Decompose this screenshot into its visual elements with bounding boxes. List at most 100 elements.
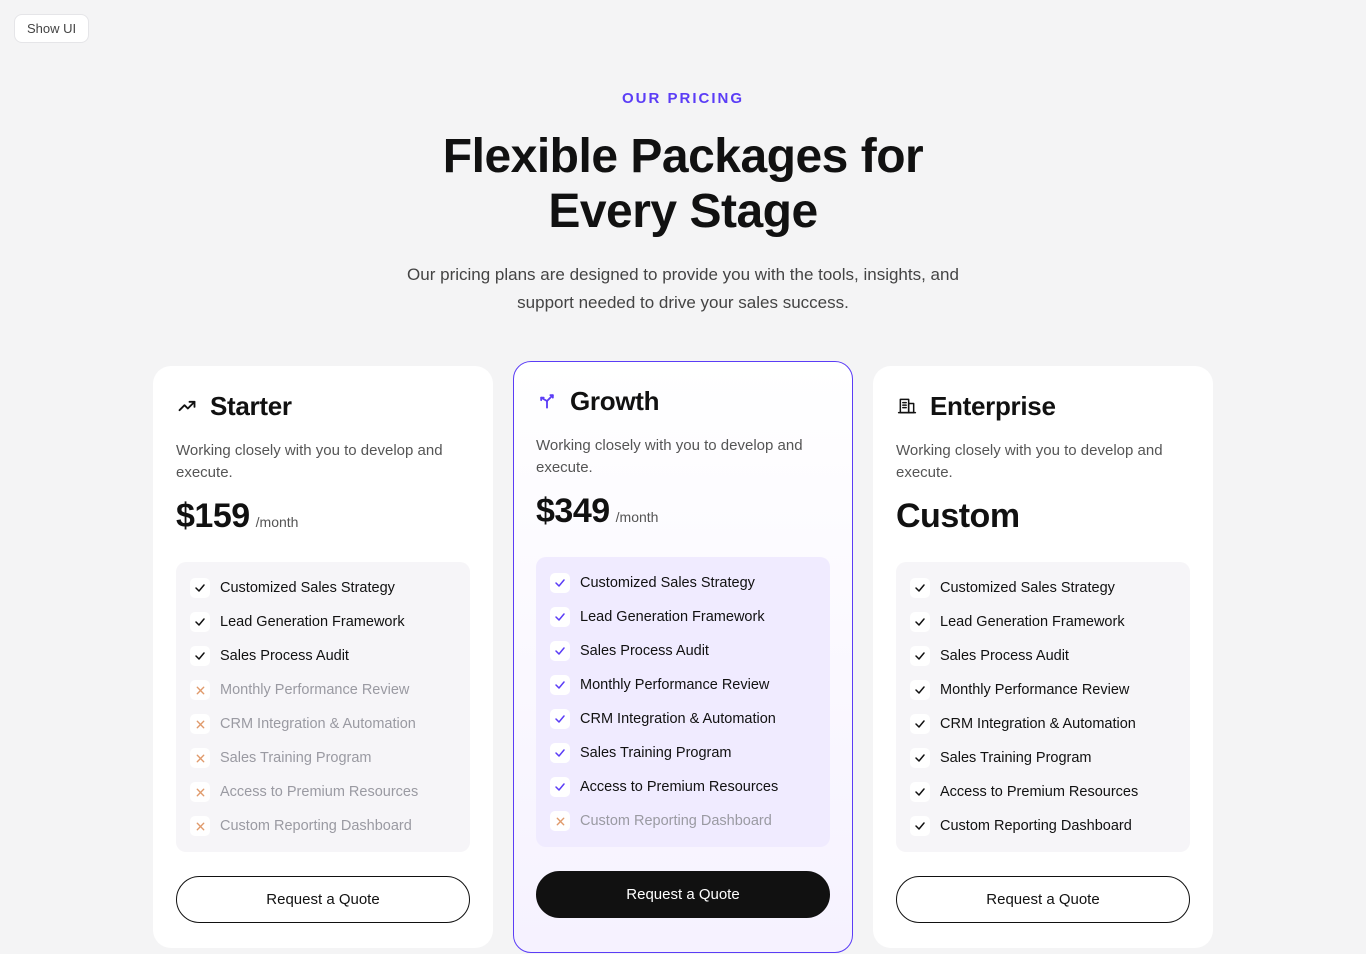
feature-item: CRM Integration & Automation [188, 710, 458, 738]
plan-header: Growth [536, 386, 830, 417]
check-icon [910, 612, 930, 632]
feature-label: Customized Sales Strategy [220, 580, 395, 596]
feature-label: Sales Training Program [580, 745, 732, 761]
feature-label: Custom Reporting Dashboard [220, 818, 412, 834]
feature-label: Access to Premium Resources [940, 784, 1138, 800]
cross-icon [190, 714, 210, 734]
check-icon [550, 573, 570, 593]
price-period: /month [616, 509, 659, 525]
check-icon [550, 607, 570, 627]
feature-item: Sales Training Program [188, 744, 458, 772]
feature-label: CRM Integration & Automation [940, 716, 1136, 732]
price: $159 [176, 497, 250, 536]
cross-icon [190, 816, 210, 836]
show-ui-button[interactable]: Show UI [14, 14, 89, 43]
feature-label: Sales Process Audit [580, 643, 709, 659]
plan-name: Growth [570, 386, 659, 417]
check-icon [910, 646, 930, 666]
branch-icon [536, 390, 558, 412]
check-icon [550, 641, 570, 661]
feature-label: Customized Sales Strategy [940, 580, 1115, 596]
pricing-card-enterprise: Enterprise Working closely with you to de… [873, 366, 1213, 949]
feature-item: Custom Reporting Dashboard [188, 812, 458, 840]
check-icon [910, 782, 930, 802]
feature-list: Customized Sales Strategy Lead Generation… [896, 562, 1190, 852]
feature-label: CRM Integration & Automation [580, 711, 776, 727]
price-row: $349/month [536, 492, 830, 531]
feature-list: Customized Sales Strategy Lead Generation… [536, 557, 830, 847]
feature-label: Sales Training Program [940, 750, 1092, 766]
pricing-cards: Starter Working closely with you to devel… [25, 366, 1341, 949]
feature-item: Lead Generation Framework [548, 603, 818, 631]
check-icon [910, 816, 930, 836]
check-icon [190, 646, 210, 666]
feature-label: Custom Reporting Dashboard [580, 813, 772, 829]
feature-label: Lead Generation Framework [220, 614, 405, 630]
feature-item: Lead Generation Framework [908, 608, 1178, 636]
check-icon [910, 714, 930, 734]
check-icon [910, 748, 930, 768]
feature-label: Monthly Performance Review [220, 682, 409, 698]
request-quote-button[interactable]: Request a Quote [176, 876, 470, 923]
check-icon [550, 675, 570, 695]
feature-item: Custom Reporting Dashboard [548, 807, 818, 835]
feature-item: Sales Process Audit [548, 637, 818, 665]
feature-item: Customized Sales Strategy [548, 569, 818, 597]
feature-item: Access to Premium Resources [908, 778, 1178, 806]
check-icon [550, 709, 570, 729]
feature-label: Sales Process Audit [220, 648, 349, 664]
feature-item: CRM Integration & Automation [548, 705, 818, 733]
cross-icon [190, 748, 210, 768]
price-period: /month [256, 514, 299, 530]
price: Custom [896, 497, 1020, 536]
headline: Flexible Packages for Every Stage [25, 129, 1341, 239]
cross-icon [190, 782, 210, 802]
price-row: $159/month [176, 497, 470, 536]
plan-description: Working closely with you to develop and … [896, 440, 1190, 484]
feature-label: CRM Integration & Automation [220, 716, 416, 732]
cross-icon [550, 811, 570, 831]
request-quote-button[interactable]: Request a Quote [536, 871, 830, 918]
feature-item: Sales Process Audit [188, 642, 458, 670]
plan-header: Enterprise [896, 391, 1190, 422]
feature-item: Customized Sales Strategy [188, 574, 458, 602]
feature-label: Access to Premium Resources [580, 779, 778, 795]
plan-description: Working closely with you to develop and … [176, 440, 470, 484]
feature-item: Access to Premium Resources [548, 773, 818, 801]
check-icon [550, 743, 570, 763]
plan-name: Starter [210, 391, 292, 422]
feature-item: Monthly Performance Review [188, 676, 458, 704]
price: $349 [536, 492, 610, 531]
price-row: Custom [896, 497, 1190, 536]
feature-label: Custom Reporting Dashboard [940, 818, 1132, 834]
feature-label: Lead Generation Framework [940, 614, 1125, 630]
check-icon [190, 612, 210, 632]
trend-icon [176, 395, 198, 417]
feature-item: Sales Training Program [548, 739, 818, 767]
feature-item: Monthly Performance Review [548, 671, 818, 699]
request-quote-button[interactable]: Request a Quote [896, 876, 1190, 923]
feature-label: Monthly Performance Review [940, 682, 1129, 698]
feature-item: Sales Training Program [908, 744, 1178, 772]
feature-item: Lead Generation Framework [188, 608, 458, 636]
check-icon [910, 578, 930, 598]
feature-label: Sales Training Program [220, 750, 372, 766]
headline-line-1: Flexible Packages for [443, 130, 923, 183]
feature-label: Access to Premium Resources [220, 784, 418, 800]
plan-header: Starter [176, 391, 470, 422]
check-icon [550, 777, 570, 797]
feature-item: Access to Premium Resources [188, 778, 458, 806]
plan-description: Working closely with you to develop and … [536, 435, 830, 479]
feature-list: Customized Sales Strategy Lead Generation… [176, 562, 470, 852]
pricing-section: OUR PRICING Flexible Packages for Every … [25, 0, 1341, 948]
pricing-card-starter: Starter Working closely with you to devel… [153, 366, 493, 949]
cross-icon [190, 680, 210, 700]
feature-label: Customized Sales Strategy [580, 575, 755, 591]
feature-label: Lead Generation Framework [580, 609, 765, 625]
feature-item: CRM Integration & Automation [908, 710, 1178, 738]
building-icon [896, 395, 918, 417]
feature-label: Sales Process Audit [940, 648, 1069, 664]
headline-line-2: Every Stage [548, 185, 817, 238]
feature-label: Monthly Performance Review [580, 677, 769, 693]
feature-item: Monthly Performance Review [908, 676, 1178, 704]
